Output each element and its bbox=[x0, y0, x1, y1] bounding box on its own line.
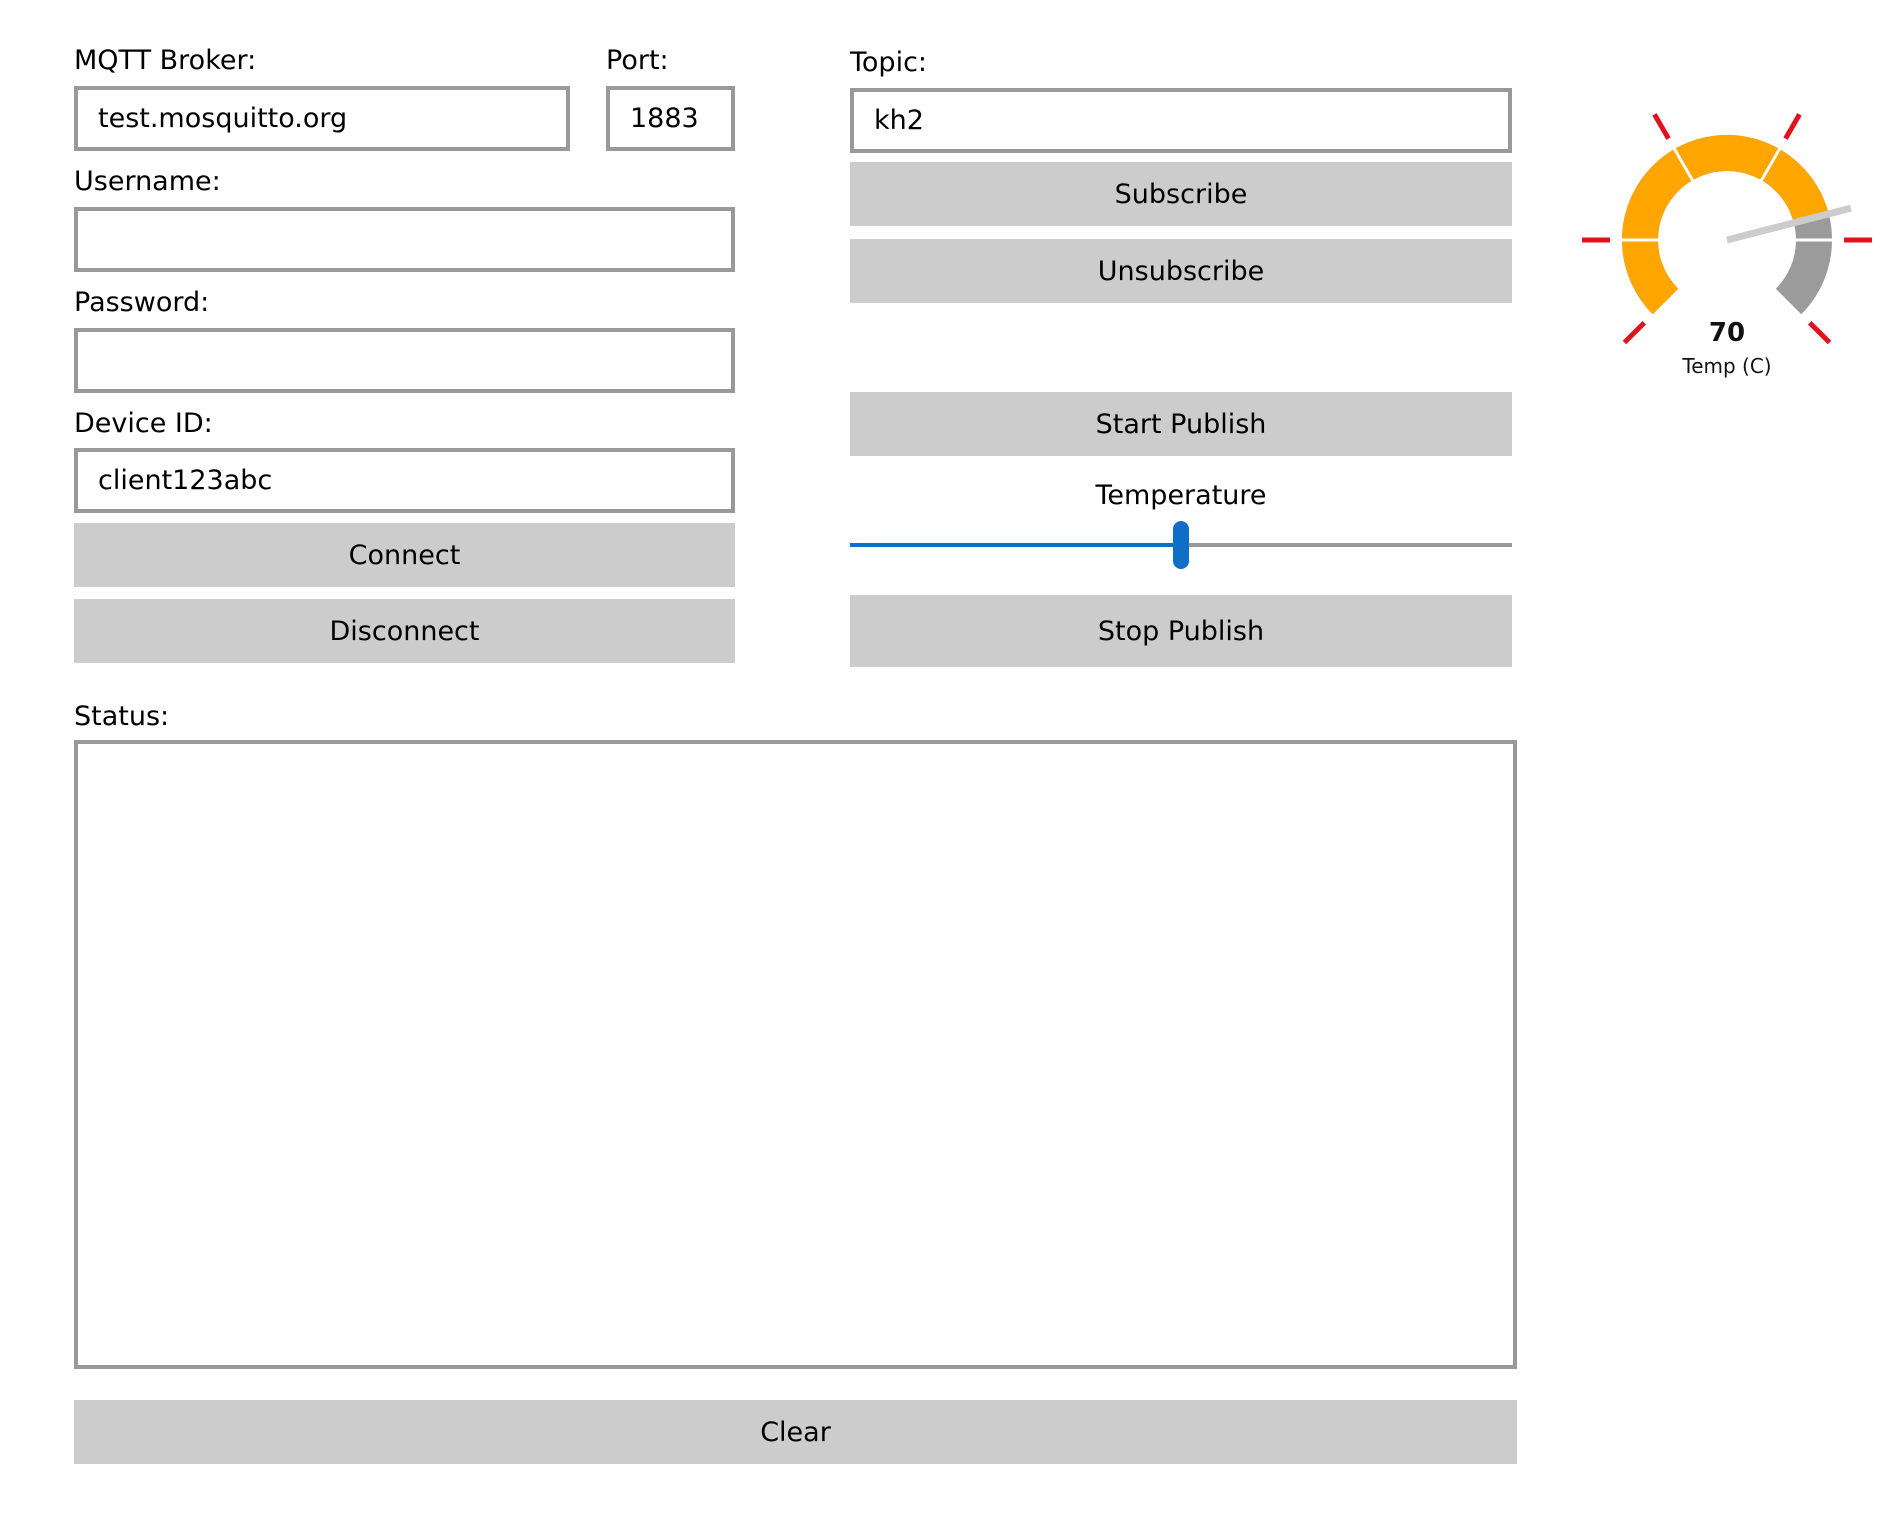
broker-input[interactable] bbox=[74, 86, 570, 151]
topic-input[interactable] bbox=[850, 88, 1512, 153]
gauge-tick bbox=[1783, 113, 1802, 140]
gauge-needle bbox=[1726, 204, 1852, 244]
status-label: Status: bbox=[74, 701, 170, 732]
slider-thumb[interactable] bbox=[1173, 521, 1189, 569]
topic-label: Topic: bbox=[850, 47, 928, 78]
port-label: Port: bbox=[606, 45, 669, 76]
temperature-slider[interactable] bbox=[850, 520, 1512, 570]
stop-publish-button[interactable]: Stop Publish bbox=[850, 595, 1512, 667]
username-label: Username: bbox=[74, 166, 221, 197]
password-input[interactable] bbox=[74, 328, 735, 393]
temperature-slider-label: Temperature bbox=[1095, 480, 1267, 511]
gauge-tick bbox=[1622, 320, 1647, 345]
gauge-value-text: 70 bbox=[1709, 318, 1745, 348]
device-id-input[interactable] bbox=[74, 448, 735, 513]
disconnect-button[interactable]: Disconnect bbox=[74, 599, 735, 663]
gauge-caption: Temp (C) bbox=[1681, 354, 1771, 378]
temperature-gauge: 70 Temp (C) bbox=[1582, 113, 1872, 378]
start-publish-button[interactable]: Start Publish bbox=[850, 392, 1512, 456]
gauge-tick bbox=[1652, 113, 1671, 140]
unsubscribe-button[interactable]: Unsubscribe bbox=[850, 239, 1512, 303]
connect-button[interactable]: Connect bbox=[74, 523, 735, 587]
gauge-tick bbox=[1807, 320, 1832, 345]
slider-track-empty bbox=[1189, 543, 1512, 547]
username-input[interactable] bbox=[74, 207, 735, 272]
device-id-label: Device ID: bbox=[74, 408, 213, 439]
clear-button[interactable]: Clear bbox=[74, 1400, 1517, 1464]
password-label: Password: bbox=[74, 287, 210, 318]
subscribe-button[interactable]: Subscribe bbox=[850, 162, 1512, 226]
status-log[interactable] bbox=[74, 740, 1517, 1369]
port-input[interactable] bbox=[606, 86, 735, 151]
broker-label: MQTT Broker: bbox=[74, 45, 257, 76]
slider-track-filled bbox=[850, 543, 1173, 547]
